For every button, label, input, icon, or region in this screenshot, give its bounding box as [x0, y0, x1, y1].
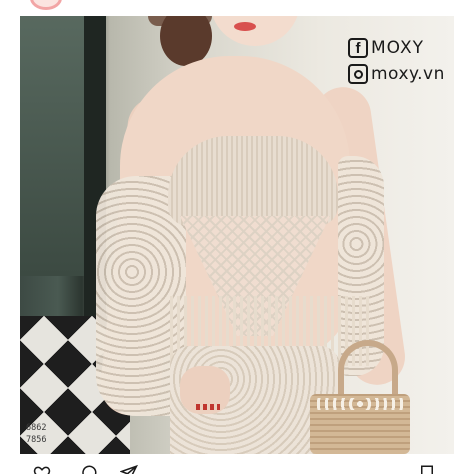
- door-panel: [20, 16, 84, 276]
- watermark-instagram-row: moxy.vn: [348, 62, 454, 86]
- photo-code-line1: 6862: [26, 423, 47, 433]
- lips: [234, 22, 256, 31]
- face: [210, 16, 300, 46]
- post-photo[interactable]: f MOXY moxy.vn 6862 7856: [20, 16, 454, 454]
- comment-icon[interactable]: [80, 464, 98, 474]
- brand-watermark: f MOXY moxy.vn: [348, 36, 454, 88]
- red-nails: [196, 404, 220, 410]
- instagram-icon: [348, 64, 368, 84]
- post-action-bar: [0, 456, 474, 474]
- paper-plane-icon[interactable]: [119, 464, 138, 474]
- bag-flower-trim: [316, 398, 404, 410]
- watermark-facebook-label: MOXY: [371, 38, 424, 58]
- watermark-instagram-label: moxy.vn: [371, 64, 445, 84]
- photo-code-line2: 7856: [26, 435, 47, 445]
- facebook-icon: f: [348, 38, 368, 58]
- watermark-facebook-row: f MOXY: [348, 36, 454, 60]
- heart-icon[interactable]: [33, 464, 51, 474]
- post-header: [0, 0, 474, 16]
- crochet-bikini-top: [168, 136, 338, 226]
- avatar[interactable]: [30, 0, 62, 10]
- instagram-post: f MOXY moxy.vn 6862 7856: [0, 0, 474, 474]
- photo-code: 6862 7856: [26, 422, 46, 446]
- bookmark-icon[interactable]: [418, 464, 436, 474]
